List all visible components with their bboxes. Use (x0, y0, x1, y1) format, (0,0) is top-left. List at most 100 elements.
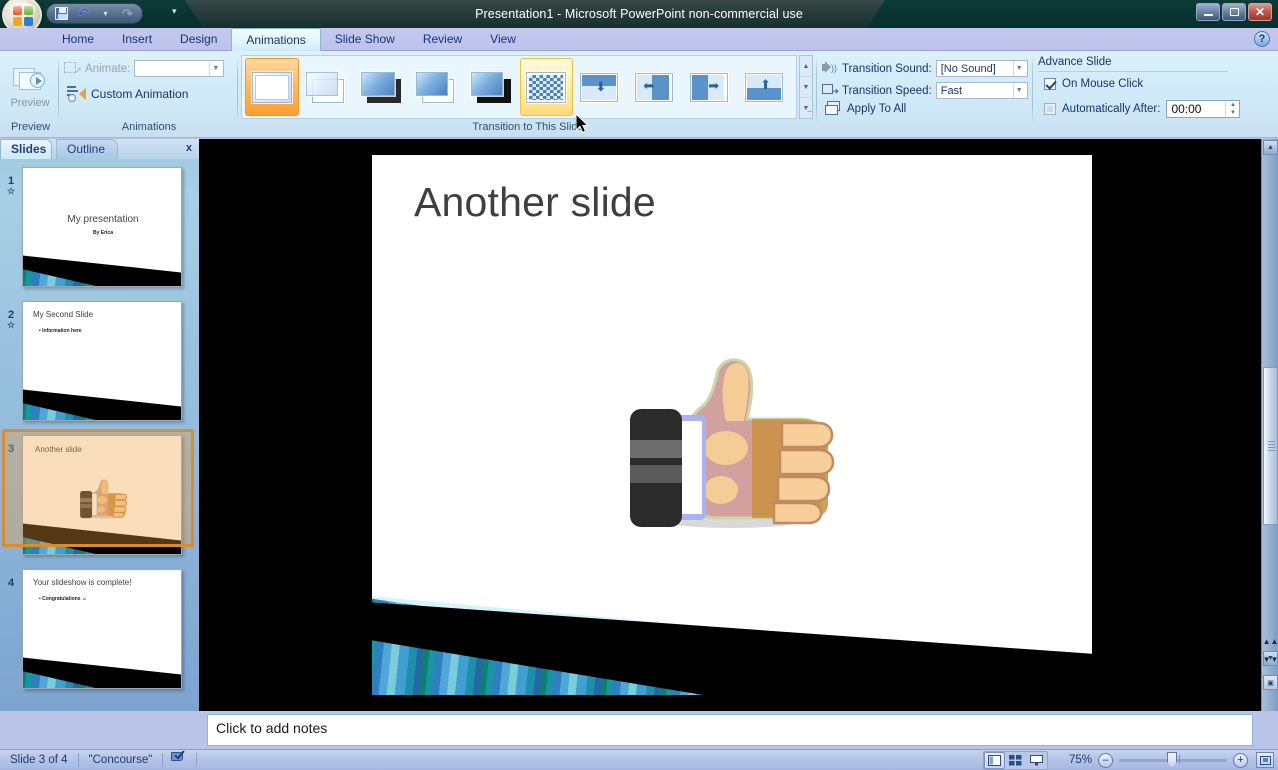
ribbon-group-transition-options: )) Transition Sound: [No Sound] ▼ ➜ Tran… (818, 54, 1033, 135)
close-button[interactable]: ✕ (1248, 3, 1272, 21)
slide-editor-area[interactable]: Another slide (199, 139, 1261, 711)
fit-to-window-button[interactable] (1256, 752, 1274, 768)
save-button[interactable] (53, 5, 70, 22)
ribbon-group-animations: ➚ Animate: ▼ Custom Animation Animations (60, 54, 238, 135)
tab-slide-show[interactable]: Slide Show (321, 28, 409, 51)
save-icon (55, 7, 68, 20)
tab-animations[interactable]: Animations (231, 28, 321, 51)
slide-thumbnail-image[interactable]: My Second Slide • Information here (22, 301, 182, 421)
slide-thumbnail-1[interactable]: 1 ☆ My presentation By Erica (0, 159, 199, 293)
minimize-button[interactable] (1196, 3, 1220, 21)
theme-decoration (23, 514, 181, 554)
transition-star-icon[interactable]: ☆ (0, 320, 22, 331)
transition-speed-dropdown[interactable]: Fast ▼ (935, 82, 1028, 99)
transition-speed-label: Transition Speed: (842, 84, 932, 97)
stepper-down-icon[interactable]: ▼ (1226, 109, 1239, 117)
normal-view-button[interactable] (984, 751, 1005, 769)
transition-gallery-scrollbar[interactable]: ▲ ▼ ▼̲ (799, 55, 813, 119)
automatically-after-value[interactable]: 00:00 (1167, 102, 1225, 116)
group-separator (58, 56, 59, 124)
slide-thumbnail-image[interactable]: Your slideshow is complete! • Congratulat… (22, 569, 182, 689)
animate-dropdown[interactable]: ▼ (134, 60, 225, 77)
slide-thumbnail-2[interactable]: 2 ☆ My Second Slide • Information here (0, 293, 199, 427)
zoom-slider[interactable] (1119, 751, 1227, 768)
stepper-buttons[interactable]: ▲ ▼ (1225, 101, 1239, 117)
custom-animation-button[interactable]: Custom Animation (64, 83, 191, 104)
preview-button[interactable]: Preview (5, 56, 55, 118)
restore-icon (1229, 8, 1239, 16)
customize-qat-button[interactable]: ▾ (172, 6, 177, 17)
tab-outline[interactable]: Outline (56, 139, 118, 159)
transition-wipe-left[interactable]: ⬅ (629, 58, 683, 116)
zoom-slider-thumb[interactable] (1167, 751, 1177, 768)
transition-wipe-up[interactable]: ⬆ (739, 58, 793, 116)
stepper-up-icon[interactable]: ▲ (1226, 101, 1239, 109)
slide-show-view-button[interactable] (1026, 752, 1047, 769)
slide-thumbnail-image[interactable]: My presentation By Erica (22, 167, 182, 287)
transition-checkerboard[interactable] (410, 58, 464, 116)
slide-thumbnail-image[interactable]: Another slide (22, 435, 182, 555)
on-mouse-click-checkbox[interactable] (1044, 78, 1056, 90)
transition-thumbnail-icon: ⬅ (635, 71, 677, 104)
title-bar: Presentation1 - Microsoft PowerPoint non… (0, 0, 1278, 28)
tab-review[interactable]: Review (409, 28, 476, 51)
tab-design[interactable]: Design (166, 28, 231, 51)
spellcheck-button[interactable] (163, 748, 196, 770)
scrollbar-thumb[interactable] (1263, 367, 1278, 525)
slide-thumbnail-3[interactable]: 3 Another slide (0, 427, 199, 561)
tab-insert[interactable]: Insert (108, 28, 166, 51)
transition-comb[interactable] (465, 58, 519, 116)
slide-title-placeholder[interactable]: Another slide (414, 179, 656, 226)
custom-animation-label: Custom Animation (91, 86, 189, 101)
gallery-scroll-down-button[interactable]: ▼ (800, 76, 812, 97)
slide-sorter-view-button[interactable] (1005, 752, 1026, 769)
zoom-out-button[interactable]: – (1098, 752, 1113, 768)
zoom-in-button[interactable]: + (1233, 752, 1248, 768)
orb-gloss (10, 3, 36, 15)
on-mouse-click-row[interactable]: On Mouse Click (1044, 78, 1143, 90)
speed-icon: ➜ (822, 83, 839, 98)
slides-pane: Slides Outline x 1 ☆ My presentation By Eri… (0, 139, 199, 711)
next-slide-button[interactable]: ▼▼ (1263, 652, 1278, 667)
automatically-after-label: Automatically After: (1062, 103, 1161, 115)
chevron-down-icon: ▼ (1012, 61, 1025, 76)
thumbs-up-icon[interactable] (622, 335, 837, 535)
apply-to-all-button[interactable]: Apply To All (822, 100, 909, 117)
status-bar: Slide 3 of 4 "Concourse" 75% – + (0, 748, 1278, 770)
automatically-after-row[interactable]: Automatically After: 00:00 ▲ ▼ (1044, 100, 1241, 118)
undo-dropdown[interactable]: ▾ (97, 5, 114, 22)
office-button[interactable] (2, 0, 42, 28)
transition-sound-dropdown[interactable]: [No Sound] ▼ (935, 60, 1028, 77)
transition-blinds[interactable] (300, 58, 354, 116)
gallery-more-button[interactable]: ▼̲ (800, 97, 812, 118)
slide-thumbnail-list[interactable]: 1 ☆ My presentation By Erica 2 ☆ My Second Sli… (0, 159, 199, 711)
transition-gallery[interactable]: ⬇ ⬅ ➡ ⬆ (241, 55, 797, 119)
transition-none[interactable] (245, 58, 299, 116)
close-pane-icon[interactable]: x (186, 142, 192, 154)
transition-dissolve[interactable] (519, 58, 574, 116)
slide-counter: Slide 3 of 4 (10, 753, 68, 766)
undo-button[interactable]: ↶ (75, 5, 92, 22)
editor-vertical-scrollbar[interactable]: ▲ ▼ ▲▲ ▼▼ ▣ (1261, 139, 1278, 711)
transition-wipe-right[interactable]: ➡ (684, 58, 738, 116)
previous-slide-button[interactable]: ▲▲ (1263, 634, 1278, 649)
redo-button[interactable]: ↷ (119, 5, 136, 22)
automatically-after-stepper[interactable]: 00:00 ▲ ▼ (1166, 100, 1241, 118)
gallery-scroll-up-button[interactable]: ▲ (800, 56, 812, 76)
current-slide[interactable]: Another slide (372, 155, 1092, 695)
automatically-after-checkbox[interactable] (1044, 103, 1056, 115)
notes-placeholder[interactable]: Click to add notes (207, 714, 1253, 746)
transition-box-in[interactable] (355, 58, 409, 116)
help-icon[interactable]: ? (1254, 31, 1270, 47)
transition-wipe-down[interactable]: ⬇ (574, 58, 628, 116)
transition-star-icon[interactable]: ☆ (0, 186, 22, 197)
tab-view[interactable]: View (476, 28, 530, 51)
scroll-up-button[interactable]: ▲ (1263, 140, 1278, 155)
slide-thumbnail-4[interactable]: 4 Your slideshow is complete! • Congratula… (0, 561, 199, 695)
tab-home[interactable]: Home (48, 28, 108, 51)
slide-number: 2 ☆ (0, 301, 22, 421)
restore-button[interactable] (1222, 3, 1246, 21)
fit-slide-button[interactable]: ▣ (1263, 675, 1278, 690)
tab-slides[interactable]: Slides (0, 139, 52, 159)
group-separator (1032, 56, 1033, 124)
